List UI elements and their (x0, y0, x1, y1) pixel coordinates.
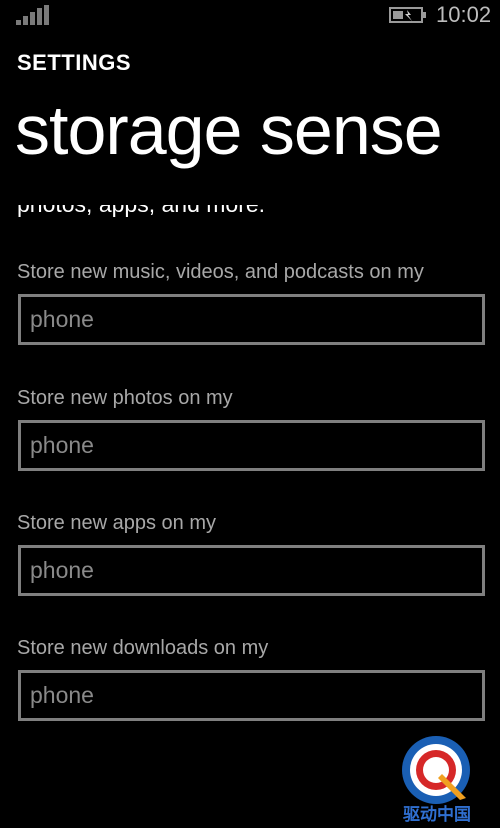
music-storage-dropdown[interactable]: phone (18, 294, 485, 345)
status-bar: 10:02 (0, 0, 500, 30)
downloads-storage-dropdown[interactable]: phone (18, 670, 485, 721)
apps-storage-dropdown[interactable]: phone (18, 545, 485, 596)
music-storage-value: phone (30, 306, 94, 332)
qd-logo-watermark: 驱动中国 (402, 736, 471, 824)
downloads-storage-label: Store new downloads on my (17, 637, 269, 659)
signal-strength-icon (16, 5, 52, 25)
downloads-storage-value: phone (30, 682, 94, 708)
app-label: SETTINGS (17, 50, 132, 75)
svg-text:驱动中国: 驱动中国 (403, 804, 471, 824)
scrolled-description: photos, apps, and more. (0, 205, 500, 217)
photos-storage-dropdown[interactable]: phone (18, 420, 485, 471)
photos-storage-value: phone (30, 432, 94, 458)
description-text: photos, apps, and more. (17, 205, 265, 217)
apps-storage-value: phone (30, 557, 94, 583)
photos-storage-label: Store new photos on my (17, 387, 233, 409)
page-title: storage sense (15, 91, 443, 169)
music-storage-label: Store new music, videos, and podcasts on… (17, 261, 424, 283)
battery-charging-icon (389, 7, 426, 23)
status-time: 10:02 (436, 2, 492, 27)
apps-storage-label: Store new apps on my (17, 512, 216, 534)
